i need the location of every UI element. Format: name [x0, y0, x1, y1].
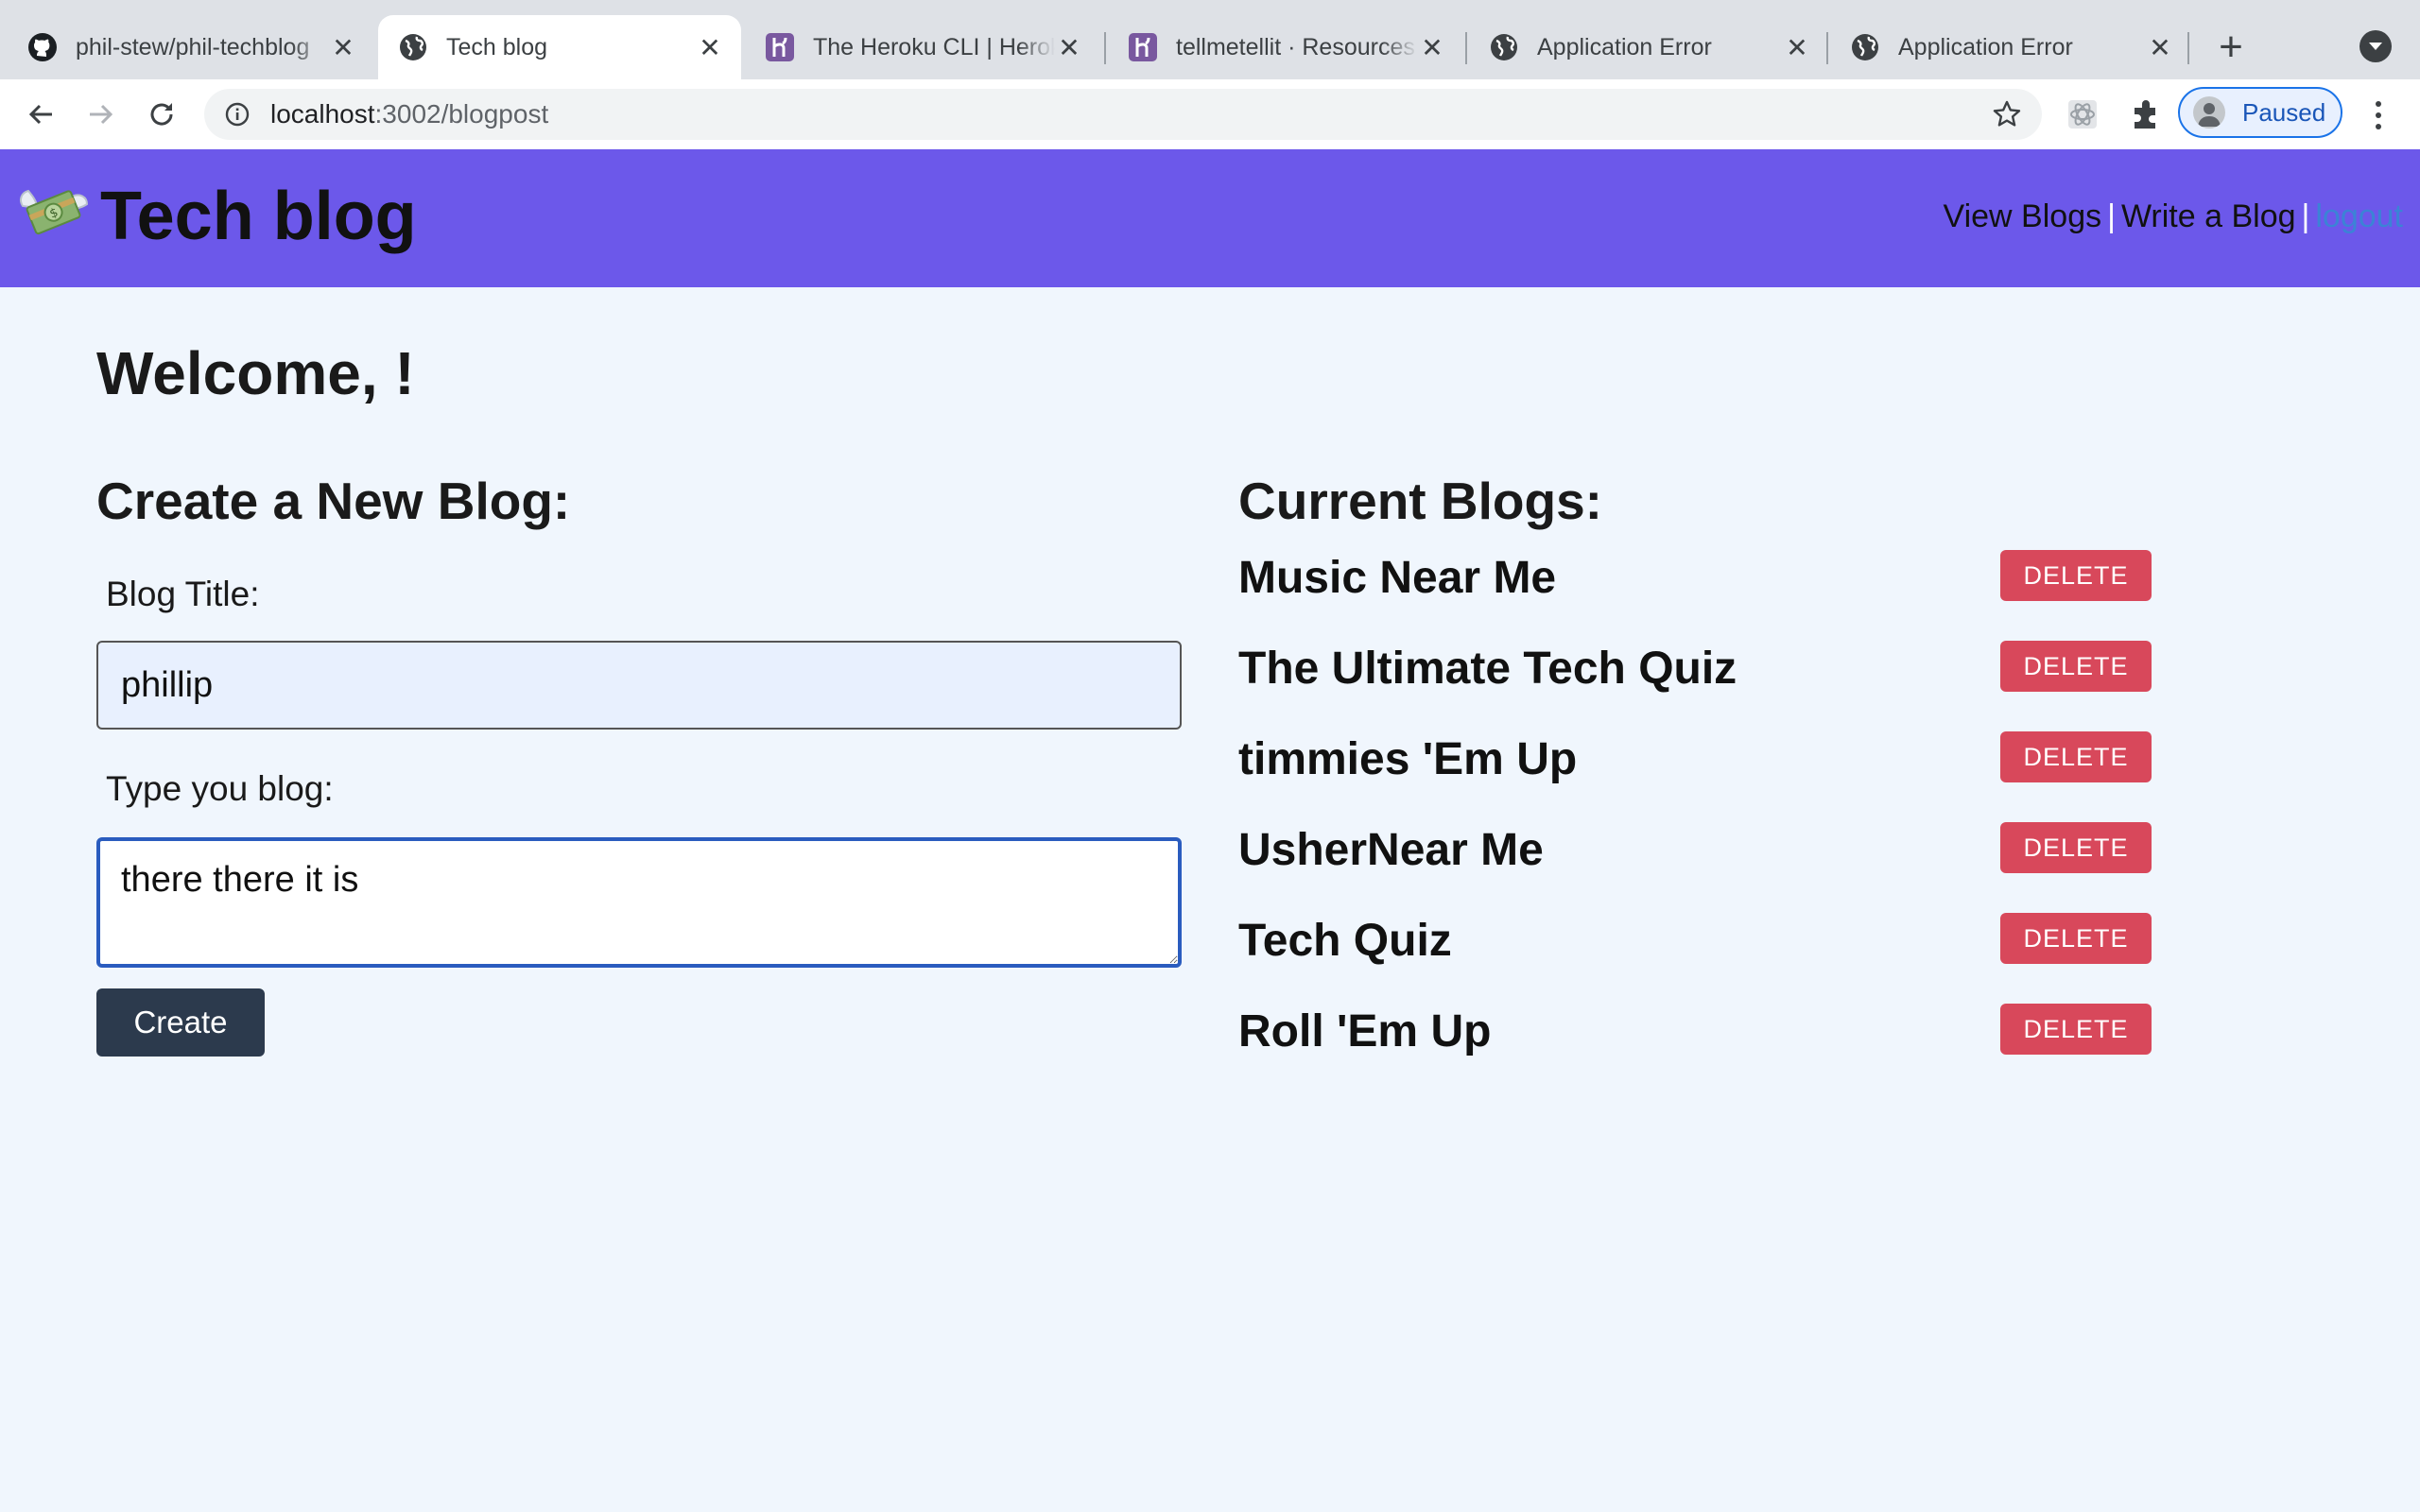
blog-body-textarea[interactable]: there there it is	[96, 837, 1182, 968]
blog-item-title[interactable]: Tech Quiz	[1238, 915, 1452, 967]
reload-button[interactable]	[140, 93, 183, 136]
tab-divider	[1826, 32, 1828, 64]
delete-button[interactable]: DELETE	[2000, 1004, 2152, 1055]
blog-item-title[interactable]: Roll 'Em Up	[1238, 1005, 1491, 1057]
blog-title-input[interactable]	[96, 641, 1182, 730]
url-text: localhost:3002/blogpost	[270, 99, 548, 129]
info-icon[interactable]	[223, 100, 251, 129]
globe-icon	[1849, 31, 1881, 63]
blog-item-title[interactable]: The Ultimate Tech Quiz	[1238, 643, 1737, 695]
globe-icon	[397, 31, 429, 63]
close-tab-icon[interactable]: ✕	[1783, 32, 1811, 63]
delete-button[interactable]: DELETE	[2000, 550, 2152, 601]
tab-search-button[interactable]	[2360, 30, 2392, 62]
more-menu-icon[interactable]	[2371, 98, 2386, 132]
globe-icon	[1488, 31, 1520, 63]
tab-title: Application Error	[1537, 33, 1712, 60]
close-tab-icon[interactable]: ✕	[329, 32, 357, 63]
close-tab-icon[interactable]: ✕	[1055, 32, 1083, 63]
puzzle-piece-icon[interactable]	[2127, 96, 2163, 132]
profile-label: Paused	[2242, 97, 2326, 127]
back-button[interactable]	[19, 93, 62, 136]
reload-icon	[150, 103, 173, 126]
delete-button[interactable]: DELETE	[2000, 641, 2152, 692]
blog-item-title[interactable]: Music Near Me	[1238, 552, 1556, 604]
github-icon	[26, 31, 59, 63]
current-blogs-heading: Current Blogs:	[1238, 472, 1602, 530]
nav-write-blog-link[interactable]: Write a Blog	[2121, 198, 2296, 234]
blog-item-title[interactable]: timmies 'Em Up	[1238, 733, 1577, 785]
heroku-icon	[764, 31, 796, 63]
avatar-icon	[2193, 96, 2225, 129]
site-title: Tech blog	[100, 179, 417, 254]
nav-separator: |	[2301, 198, 2310, 234]
browser-toolbar: localhost:3002/blogpost Paused	[0, 79, 2420, 150]
forward-button[interactable]	[79, 93, 123, 136]
arrow-left-icon	[28, 104, 52, 125]
tab-title: Application Error	[1898, 33, 2073, 60]
extension-react-icon[interactable]	[2066, 98, 2099, 130]
tab-divider	[1465, 32, 1467, 64]
heroku-icon	[1127, 31, 1159, 63]
blog-body-label: Type you blog:	[106, 769, 334, 808]
create-button[interactable]: Create	[96, 988, 265, 1057]
tab-title: phil-stew/phil-techblog	[76, 33, 310, 60]
tab-application-error[interactable]: Application Error ✕	[1469, 15, 1828, 79]
blog-title-label: Blog Title:	[106, 575, 260, 613]
nav-logout-link[interactable]: logout	[2315, 198, 2403, 234]
nav-view-blogs-link[interactable]: View Blogs	[1944, 198, 2102, 234]
address-bar[interactable]: localhost:3002/blogpost	[204, 89, 2042, 140]
close-tab-icon[interactable]: ✕	[1418, 32, 1446, 63]
money-with-wings-icon: $	[20, 189, 89, 235]
url-host: localhost	[270, 99, 375, 129]
new-tab-button[interactable]: +	[2210, 23, 2252, 72]
tab-tech-blog[interactable]: Tech blog ✕	[378, 15, 741, 79]
welcome-heading: Welcome, !	[96, 339, 415, 407]
site-nav: View Blogs | Write a Blog | logout	[1944, 198, 2403, 235]
url-path: :3002/blogpost	[374, 99, 549, 129]
tab-github[interactable]: phil-stew/phil-techblog ✕	[8, 15, 374, 79]
site-header: $ Tech blog View Blogs | Write a Blog | logo…	[0, 149, 2420, 287]
delete-button[interactable]: DELETE	[2000, 731, 2152, 782]
close-tab-icon[interactable]: ✕	[2146, 32, 2174, 63]
delete-button[interactable]: DELETE	[2000, 822, 2152, 873]
tab-title: The Heroku CLI | Heroku	[813, 33, 1055, 60]
tab-divider	[2187, 32, 2189, 64]
blog-item-title[interactable]: UsherNear Me	[1238, 824, 1544, 876]
bookmark-star-icon[interactable]	[1993, 100, 2021, 129]
tab-title: Tech blog	[446, 33, 548, 60]
profile-button[interactable]: Paused	[2178, 87, 2342, 138]
tab-divider	[1104, 32, 1106, 64]
close-tab-icon[interactable]: ✕	[696, 32, 724, 63]
browser-tab-strip: phil-stew/phil-techblog ✕ Tech blog ✕ Th…	[0, 0, 2420, 79]
tab-title: tellmetellit · Resources	[1176, 33, 1415, 60]
create-blog-heading: Create a New Blog:	[96, 472, 571, 530]
tab-heroku-cli[interactable]: The Heroku CLI | Heroku ✕	[745, 15, 1100, 79]
tab-tellmetellit[interactable]: tellmetellit · Resources ✕	[1108, 15, 1463, 79]
tab-application-error-2[interactable]: Application Error ✕	[1830, 15, 2191, 79]
arrow-right-icon	[90, 104, 113, 125]
delete-button[interactable]: DELETE	[2000, 913, 2152, 964]
chevron-down-icon	[2369, 43, 2382, 50]
nav-separator: |	[2107, 198, 2116, 234]
